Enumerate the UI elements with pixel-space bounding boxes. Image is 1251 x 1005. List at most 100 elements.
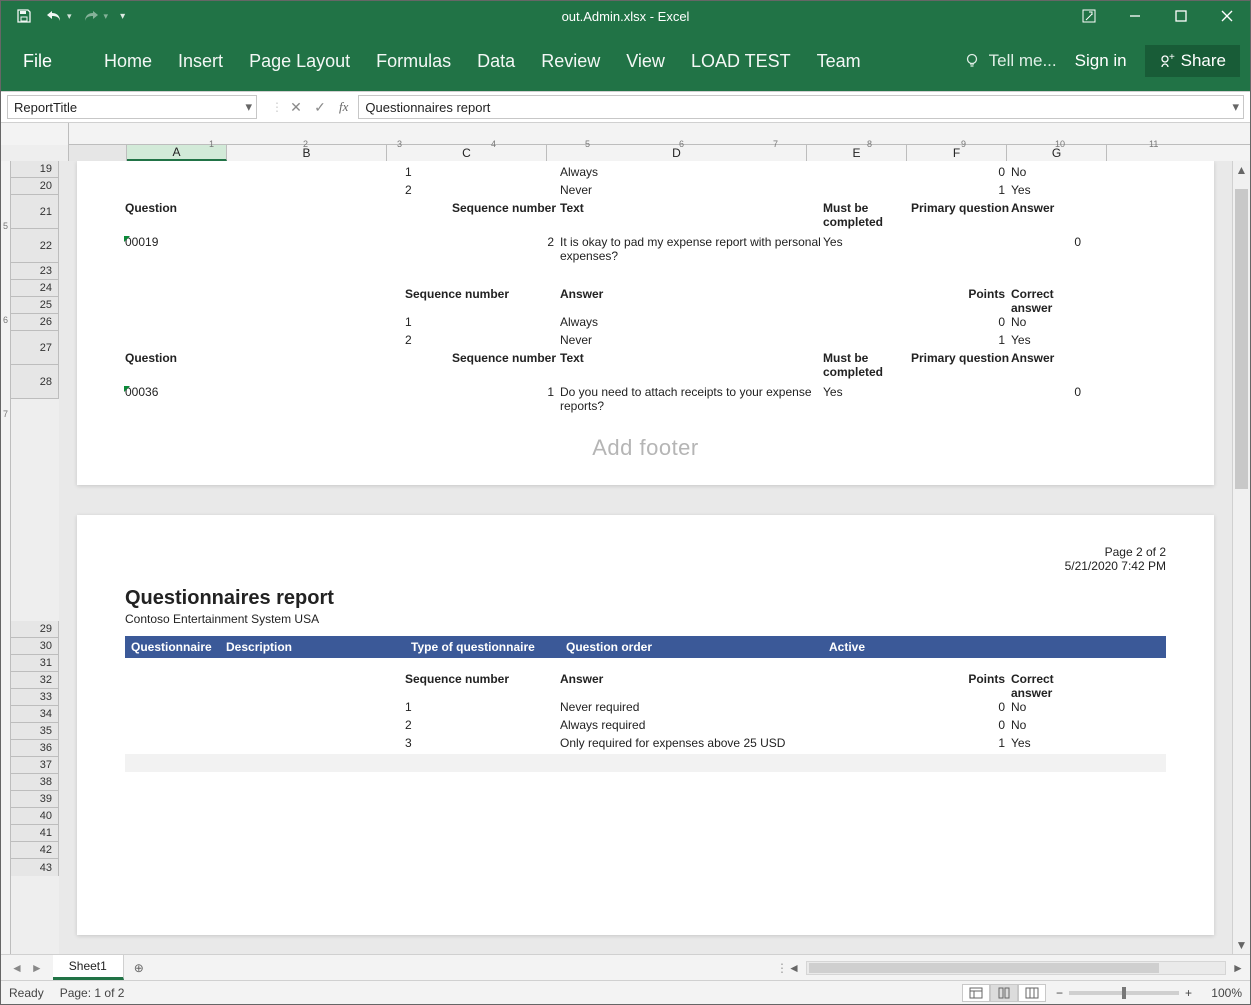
tell-me-search[interactable]: Tell me... — [963, 51, 1057, 71]
formula-value: Questionnaires report — [365, 100, 490, 115]
tab-formulas[interactable]: Formulas — [376, 51, 451, 72]
scroll-thumb[interactable] — [1235, 189, 1248, 489]
scroll-track[interactable] — [1233, 179, 1250, 936]
tab-split-grip-icon[interactable]: ⋮ — [776, 961, 786, 975]
hscroll-track[interactable] — [806, 961, 1226, 975]
qat-customize-icon[interactable]: ▾ — [120, 11, 125, 22]
file-tab[interactable]: File — [1, 31, 74, 91]
undo-dropdown-icon[interactable]: ▾ — [67, 11, 72, 22]
row-header[interactable]: 42 — [11, 842, 59, 859]
sheet-nav-next-icon[interactable]: ► — [31, 961, 43, 975]
sheet-tab-sheet1[interactable]: Sheet1 — [53, 955, 124, 980]
row-header[interactable]: 31 — [11, 655, 59, 672]
ruler-tick: 5 — [3, 221, 8, 231]
name-box-value: ReportTitle — [14, 100, 77, 115]
undo-icon[interactable] — [43, 5, 65, 27]
tab-load-test[interactable]: LOAD TEST — [691, 51, 791, 72]
col-header-c[interactable]: C — [387, 145, 547, 161]
row-header[interactable]: 40 — [11, 808, 59, 825]
view-page-layout-icon[interactable] — [990, 984, 1018, 1002]
row-header[interactable]: 35 — [11, 723, 59, 740]
row-header[interactable]: 19 — [11, 161, 59, 178]
row-header[interactable]: 24 — [11, 280, 59, 297]
row-header[interactable]: 29 — [11, 621, 59, 638]
maximize-icon[interactable] — [1158, 1, 1204, 31]
share-button[interactable]: + Share — [1145, 45, 1240, 77]
scroll-left-icon[interactable]: ◄ — [786, 961, 802, 975]
row-header[interactable]: 36 — [11, 740, 59, 757]
scroll-up-icon[interactable]: ▲ — [1233, 161, 1250, 179]
add-footer-placeholder[interactable]: Add footer — [125, 435, 1166, 461]
scroll-right-icon[interactable]: ► — [1230, 961, 1246, 975]
row-header[interactable]: 33 — [11, 689, 59, 706]
add-sheet-button[interactable]: ⊕ — [124, 955, 154, 980]
sheet-nav-prev-icon[interactable]: ◄ — [11, 961, 23, 975]
view-normal-icon[interactable] — [962, 984, 990, 1002]
zoom-slider[interactable] — [1069, 991, 1179, 995]
question-id: 00019 — [125, 235, 220, 249]
tab-review[interactable]: Review — [541, 51, 600, 72]
row-header[interactable]: 27 — [11, 331, 59, 365]
close-icon[interactable] — [1204, 1, 1250, 31]
tab-view[interactable]: View — [626, 51, 665, 72]
table-row: 2 Always required 0 No — [125, 718, 1166, 736]
zoom-out-button[interactable]: − — [1056, 986, 1063, 1000]
hscroll-thumb[interactable] — [809, 963, 1159, 973]
row-header[interactable]: 25 — [11, 297, 59, 314]
horizontal-scrollbar[interactable]: ⋮ ◄ ► — [154, 955, 1250, 980]
row-header[interactable]: 30 — [11, 638, 59, 655]
row-header[interactable]: 20 — [11, 178, 59, 195]
tab-home[interactable]: Home — [104, 51, 152, 72]
quick-access-toolbar: ▾ ▾ ▾ — [13, 5, 125, 27]
table-row: 1 Always 0 No — [125, 165, 1166, 183]
name-box-dropdown-icon[interactable]: ▾ — [245, 99, 252, 115]
redo-icon — [80, 5, 102, 27]
row-header[interactable]: 23 — [11, 263, 59, 280]
row-header[interactable]: 38 — [11, 774, 59, 791]
tab-team[interactable]: Team — [817, 51, 861, 72]
h-ruler-scale[interactable]: 1 2 3 4 5 6 7 8 9 10 11 — [69, 123, 1250, 144]
vertical-scrollbar[interactable]: ▲ ▼ — [1232, 161, 1250, 954]
row-header[interactable]: 43 — [11, 859, 59, 876]
col-header-e[interactable]: E — [807, 145, 907, 161]
view-page-break-icon[interactable] — [1018, 984, 1046, 1002]
zoom-knob[interactable] — [1122, 987, 1126, 999]
report-subtitle: Contoso Entertainment System USA — [125, 612, 1166, 626]
row-header[interactable]: 22 — [11, 229, 59, 263]
sheet-tab-bar: ◄ ► Sheet1 ⊕ ⋮ ◄ ► — [1, 954, 1250, 980]
col-header-f[interactable]: F — [907, 145, 1007, 161]
tab-data[interactable]: Data — [477, 51, 515, 72]
row-header[interactable]: 26 — [11, 314, 59, 331]
table-row: 3 Only required for expenses above 25 US… — [125, 736, 1166, 754]
vertical-ruler[interactable]: 5 6 7 — [1, 161, 11, 954]
tab-page-layout[interactable]: Page Layout — [249, 51, 350, 72]
ruler-tick: 5 — [585, 139, 590, 149]
cancel-formula-icon[interactable]: ✕ — [285, 99, 307, 116]
row-header[interactable]: 32 — [11, 672, 59, 689]
window-title: out.Admin.xlsx - Excel — [1, 9, 1250, 24]
enter-formula-icon[interactable]: ✓ — [309, 99, 331, 116]
answer-header-row: Sequence number Answer Points Correct an… — [125, 287, 1166, 315]
row-header[interactable]: 21 — [11, 195, 59, 229]
ruler-tick: 9 — [961, 139, 966, 149]
zoom-percent[interactable]: 100% — [1198, 986, 1242, 1000]
ribbon-display-options-icon[interactable] — [1066, 1, 1112, 31]
fx-icon[interactable]: fx — [339, 99, 348, 115]
tab-insert[interactable]: Insert — [178, 51, 223, 72]
row-header[interactable]: 39 — [11, 791, 59, 808]
zoom-in-button[interactable]: + — [1185, 986, 1192, 1000]
name-box[interactable]: ReportTitle ▾ — [7, 95, 257, 119]
minimize-icon[interactable] — [1112, 1, 1158, 31]
table-row: 00036 1 Do you need to attach receipts t… — [125, 385, 1166, 419]
row-header[interactable]: 37 — [11, 757, 59, 774]
formula-expand-icon[interactable]: ▾ — [1232, 99, 1239, 115]
row-header[interactable]: 41 — [11, 825, 59, 842]
save-icon[interactable] — [13, 5, 35, 27]
page-canvas[interactable]: 1 Always 0 No 2 Never 1 Yes Question — [59, 161, 1232, 954]
sign-in-link[interactable]: Sign in — [1075, 51, 1127, 71]
row-header[interactable]: 28 — [11, 365, 59, 399]
formula-input[interactable]: Questionnaires report ▾ — [358, 95, 1244, 119]
row-header[interactable]: 34 — [11, 706, 59, 723]
table-row: 2 Never 1 Yes — [125, 183, 1166, 201]
scroll-down-icon[interactable]: ▼ — [1233, 936, 1250, 954]
